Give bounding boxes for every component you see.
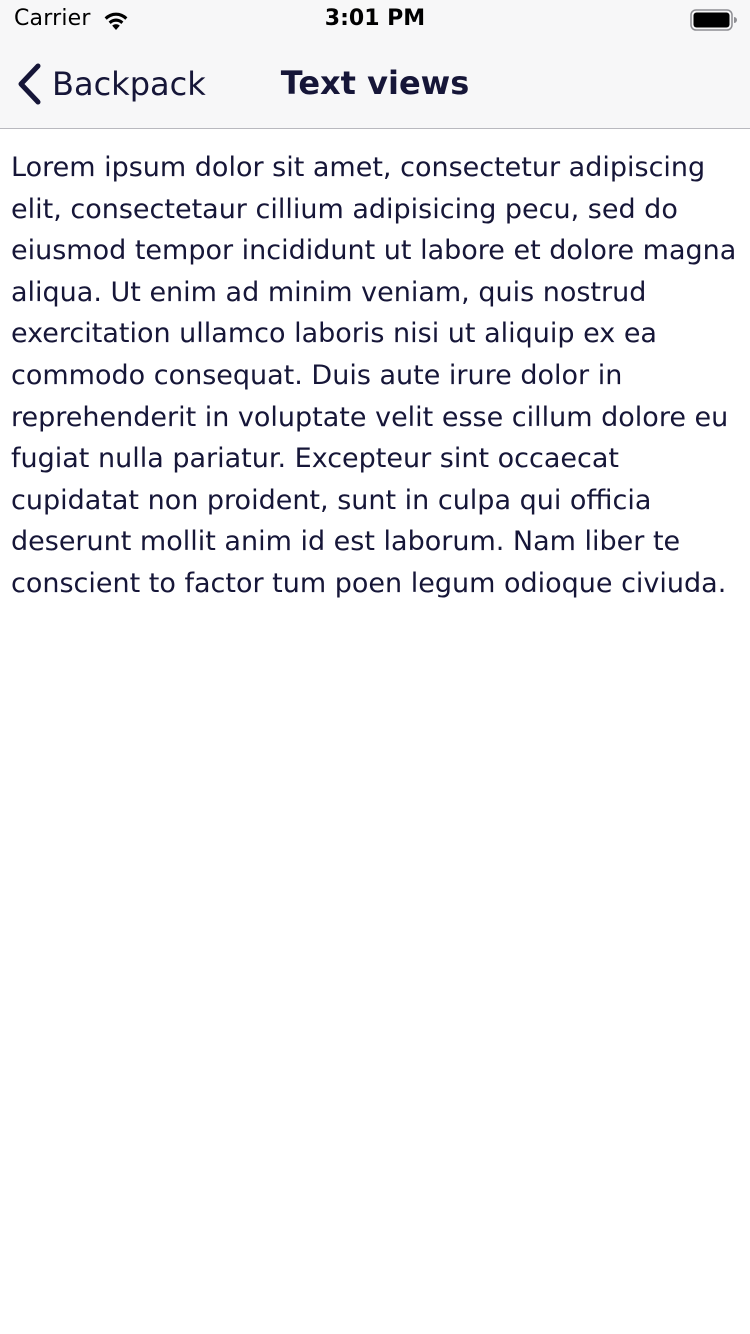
status-time: 3:01 PM: [324, 6, 426, 31]
status-bar: Carrier 3:01 PM: [0, 0, 750, 40]
body-text: Lorem ipsum dolor sit amet, consectetur …: [11, 152, 737, 599]
battery-icon: [690, 9, 737, 31]
text-view: Lorem ipsum dolor sit amet, consectetur …: [11, 147, 739, 605]
top-bar: Carrier 3:01 PM Backpack Text views: [0, 0, 750, 129]
page-title: Text views: [280, 64, 470, 102]
navigation-bar: Backpack Text views: [0, 40, 750, 128]
